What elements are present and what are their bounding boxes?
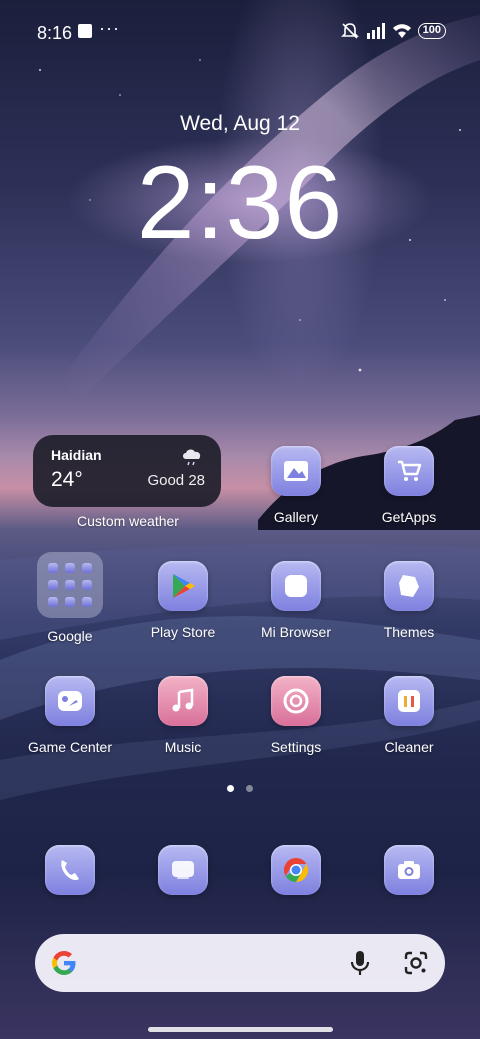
app-label: GetApps <box>381 509 437 525</box>
date-label: Wed, Aug 12 <box>180 112 300 135</box>
google-search-bar[interactable] <box>35 934 445 992</box>
shopping-cart-icon <box>384 446 434 496</box>
weather-widget-label-wrap: Custom weather <box>73 513 183 529</box>
wifi-icon <box>392 24 411 38</box>
google-logo-icon <box>52 951 76 975</box>
app-label: Gallery <box>273 509 319 525</box>
dock-chrome[interactable] <box>241 845 351 895</box>
weather-widget[interactable]: Haidian 24° Good 28 <box>33 435 221 507</box>
status-time: 8:16 <box>37 23 73 43</box>
weather-aqi: Good 28 <box>147 472 205 489</box>
cleaner-icon <box>384 676 434 726</box>
cloud-rain-icon <box>183 449 201 466</box>
dock-phone[interactable] <box>15 845 125 895</box>
browser-icon <box>271 561 321 611</box>
dock-messages[interactable] <box>128 845 238 895</box>
chrome-icon <box>271 845 321 895</box>
google-lens-icon[interactable] <box>403 950 429 976</box>
themes-icon <box>384 561 434 611</box>
app-settings[interactable]: Settings <box>241 676 351 755</box>
app-label: Google <box>47 628 93 644</box>
silent-bell-icon <box>340 23 359 39</box>
gallery-icon <box>271 446 321 496</box>
app-label: Game Center <box>27 739 113 755</box>
app-label: Themes <box>383 624 435 640</box>
app-themes[interactable]: Themes <box>354 561 464 640</box>
weather-temp: 24° <box>51 468 83 491</box>
app-gallery[interactable]: Gallery <box>241 446 351 525</box>
play-store-icon <box>158 561 208 611</box>
weather-city: Haidian <box>51 447 102 463</box>
signal-icon <box>366 23 385 39</box>
app-label: Play Store <box>150 624 216 640</box>
microphone-icon[interactable] <box>350 950 370 976</box>
more-notifications-icon: ··· <box>99 18 120 38</box>
page-indicator <box>0 785 480 792</box>
status-icons: 100 <box>340 22 446 40</box>
battery-indicator: 100 <box>417 23 446 39</box>
app-label: Music <box>164 739 202 755</box>
app-gamecenter[interactable]: Game Center <box>15 676 125 755</box>
app-music[interactable]: Music <box>128 676 238 755</box>
clock-time[interactable]: 2:36 <box>0 138 480 268</box>
gear-icon <box>271 676 321 726</box>
messages-icon <box>158 845 208 895</box>
app-playstore[interactable]: Play Store <box>128 561 238 640</box>
status-bar: 8:16 ··· 100 <box>0 0 480 64</box>
notification-icon <box>78 24 92 38</box>
page-dot-active[interactable] <box>227 785 234 792</box>
app-label: Settings <box>270 739 322 755</box>
app-label: Mi Browser <box>260 624 331 640</box>
app-getapps[interactable]: GetApps <box>354 446 464 525</box>
app-label: Cleaner <box>384 739 434 755</box>
app-mibrowser[interactable]: Mi Browser <box>241 561 351 640</box>
dock-camera[interactable] <box>354 845 464 895</box>
camera-icon <box>384 845 434 895</box>
gesture-nav-bar[interactable] <box>148 1027 333 1032</box>
weather-widget-label: Custom weather <box>77 513 179 529</box>
folder-google[interactable]: Google <box>15 552 125 644</box>
app-cleaner[interactable]: Cleaner <box>354 676 464 755</box>
folder-icon <box>37 552 103 618</box>
page-dot[interactable] <box>246 785 253 792</box>
game-controller-icon <box>45 676 95 726</box>
music-note-icon <box>158 676 208 726</box>
phone-icon <box>45 845 95 895</box>
